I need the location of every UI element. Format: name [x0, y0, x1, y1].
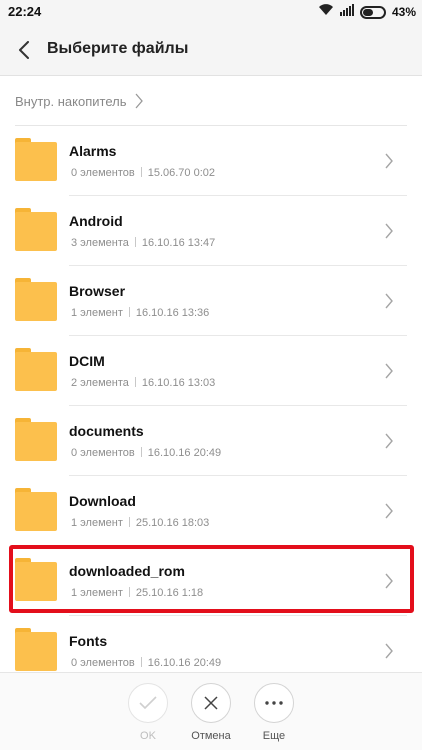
folder-meta: 1 элемент 16.10.16 13:36	[71, 307, 210, 319]
cancel-label: Отмена	[191, 730, 231, 742]
folder-meta: 0 элементов 16.10.16 20:49	[71, 657, 222, 669]
ok-button[interactable]: OK	[126, 683, 170, 742]
more-icon	[265, 701, 283, 705]
ok-label: OK	[140, 730, 156, 742]
folder-icon	[15, 138, 57, 181]
status-icons: 43%	[318, 4, 416, 20]
folder-name: Fonts	[69, 633, 108, 649]
more-button[interactable]: Еще	[252, 683, 296, 742]
chevron-right-icon	[385, 223, 393, 239]
check-icon	[139, 696, 157, 710]
chevron-right-icon	[385, 293, 393, 309]
breadcrumb[interactable]: Внутр. накопитель	[0, 76, 422, 126]
folder-icon	[15, 208, 57, 251]
battery-icon	[359, 5, 386, 19]
list-item[interactable]: DCIM 2 элемента 16.10.16 13:03	[0, 336, 422, 406]
list-item[interactable]: Browser 1 элемент 16.10.16 13:36	[0, 266, 422, 336]
back-arrow-icon	[19, 41, 29, 59]
chevron-right-icon	[385, 503, 393, 519]
breadcrumb-location[interactable]: Внутр. накопитель	[15, 94, 127, 109]
back-button[interactable]	[10, 36, 38, 64]
folder-icon	[15, 488, 57, 531]
folder-icon	[15, 418, 57, 461]
folder-meta: 1 элемент 25.10.16 18:03	[71, 517, 210, 529]
folder-name: Android	[69, 213, 123, 229]
folder-name: Browser	[69, 283, 126, 299]
folder-meta: 0 элементов 16.10.16 20:49	[71, 447, 222, 459]
status-time: 22:24	[8, 4, 42, 19]
close-icon	[204, 696, 218, 710]
folder-meta: 2 элемента 16.10.16 13:03	[71, 377, 216, 389]
highlight-box	[9, 545, 414, 613]
folder-meta: 3 элемента 16.10.16 13:47	[71, 237, 216, 249]
folder-meta: 0 элементов 15.06.70 0:02	[71, 167, 216, 179]
wifi-icon	[318, 3, 334, 21]
folder-icon	[15, 278, 57, 321]
battery-percent: 43%	[391, 5, 416, 19]
folder-icon	[15, 348, 57, 391]
chevron-right-icon	[385, 363, 393, 379]
chevron-right-icon	[385, 153, 393, 169]
chevron-right-icon	[385, 433, 393, 449]
list-item[interactable]: documents 0 элементов 16.10.16 20:49	[0, 406, 422, 476]
list-item[interactable]: Android 3 элемента 16.10.16 13:47	[0, 196, 422, 266]
title-bar: Выберите файлы	[0, 24, 422, 76]
status-bar: 22:24 43%	[0, 0, 422, 24]
more-label: Еще	[262, 730, 286, 742]
signal-icon	[339, 3, 354, 21]
chevron-right-icon	[385, 643, 393, 659]
chevron-right-icon	[135, 93, 143, 109]
folder-name: documents	[69, 423, 144, 439]
list-item[interactable]: Alarms 0 элементов 15.06.70 0:02	[0, 126, 422, 196]
folder-name: Download	[69, 493, 136, 509]
bottom-action-bar: OK Отмена Еще	[0, 672, 422, 750]
folder-name: Alarms	[69, 143, 117, 159]
folder-name: DCIM	[69, 353, 105, 369]
folder-icon	[15, 628, 57, 671]
list-item[interactable]: Download 1 элемент 25.10.16 18:03	[0, 476, 422, 546]
cancel-button[interactable]: Отмена	[189, 683, 233, 742]
page-title: Выберите файлы	[47, 40, 189, 57]
